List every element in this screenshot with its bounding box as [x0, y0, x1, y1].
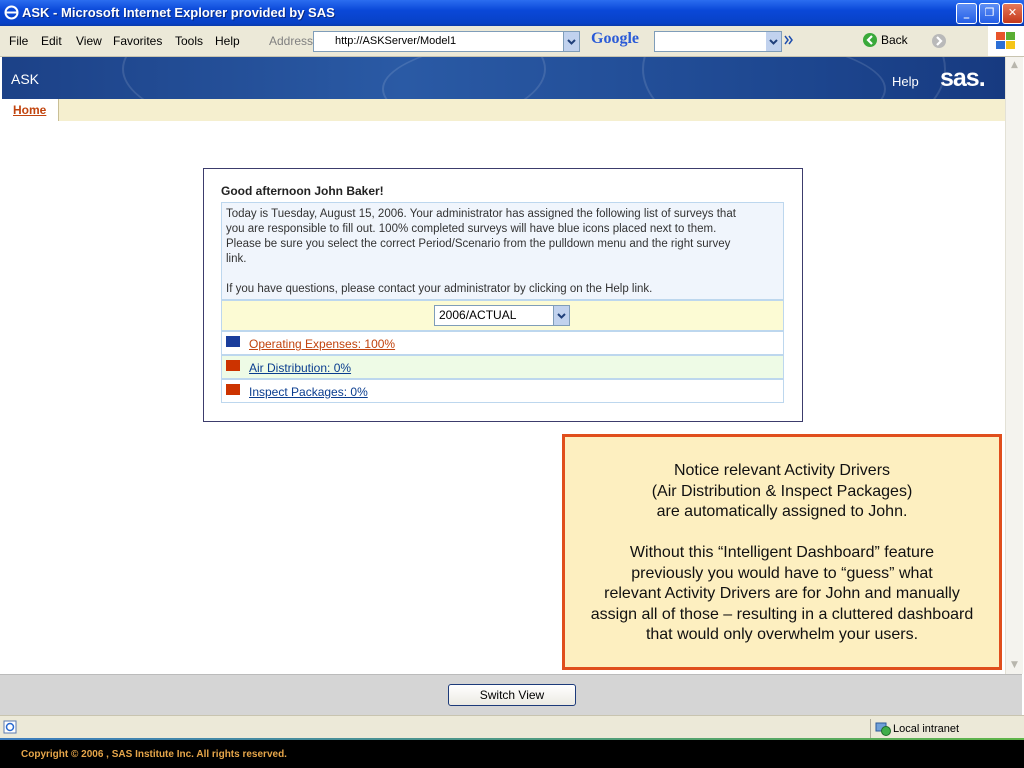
close-button[interactable]: ✕ [1002, 3, 1023, 24]
intranet-globe-icon [875, 722, 891, 736]
tab-home[interactable]: Home [2, 99, 59, 121]
callout-paragraph-2: Without this “Intelligent Dashboard” fea… [565, 543, 999, 646]
instructions-line: link. [226, 253, 247, 265]
google-logo: Google [591, 30, 639, 48]
help-instructions: If you have questions, please contact yo… [226, 283, 653, 295]
period-select[interactable]: 2006/ACTUAL [434, 305, 570, 326]
back-label: Back [881, 33, 908, 47]
window-title: ASK - Microsoft Internet Explorer provid… [22, 5, 335, 20]
period-row: 2006/ACTUAL [221, 300, 784, 331]
greeting-heading: Good afternoon John Baker! [221, 184, 384, 198]
instructions-line: you are responsible to fill out. 100% co… [226, 223, 717, 235]
callout-line: that would only overwhelm your users. [645, 626, 919, 643]
chevron-down-icon [769, 39, 778, 45]
annotation-callout: Notice relevant Activity Drivers (Air Di… [562, 434, 1002, 670]
instructions-line: Today is Tuesday, August 15, 2006. Your … [226, 208, 736, 220]
chevron-down-icon [557, 313, 566, 319]
address-label: Address [269, 34, 314, 48]
menu-file[interactable]: File [9, 34, 28, 48]
address-value: http://ASKServer/Model1 [335, 35, 457, 47]
windows-logo [988, 26, 1024, 56]
restore-button[interactable]: ❐ [979, 3, 1000, 24]
callout-line: assign all of those – resulting in a clu… [590, 605, 974, 623]
period-dropdown-button[interactable] [553, 306, 569, 325]
address-dropdown-button[interactable] [563, 32, 579, 51]
copyright-text: Copyright © 2006 , SAS Institute Inc. Al… [21, 749, 287, 760]
copyright-bar: Copyright © 2006 , SAS Institute Inc. Al… [0, 740, 1024, 768]
scroll-down-icon[interactable]: ▼ [1008, 659, 1021, 672]
menu-help[interactable]: Help [215, 34, 240, 48]
survey-row-operating-expenses: Operating Expenses: 100% [221, 331, 784, 355]
security-zone: Local intranet [870, 719, 999, 738]
minimize-button[interactable]: _ [956, 3, 977, 24]
survey-link-air-distribution[interactable]: Air Distribution: 0% [249, 361, 351, 375]
status-bar: Local intranet [0, 715, 1024, 741]
status-square-icon [226, 360, 240, 371]
windows-flag-icon [996, 32, 1015, 49]
callout-line: Without this “Intelligent Dashboard” fea… [629, 544, 935, 561]
address-input[interactable]: http://ASKServer/Model1 [313, 31, 580, 52]
sas-logo: sas. [940, 64, 986, 92]
callout-line: (Air Distribution & Inspect Packages) [651, 482, 913, 500]
ie-icon [4, 5, 19, 20]
period-value: 2006/ACTUAL [439, 308, 517, 322]
survey-link-inspect-packages[interactable]: Inspect Packages: 0% [249, 385, 368, 399]
instructions-line: Please be sure you select the correct Pe… [226, 238, 731, 250]
status-square-icon [226, 336, 240, 347]
menu-tools[interactable]: Tools [175, 34, 203, 48]
help-link[interactable]: Help [892, 74, 919, 89]
google-logo-text: Google [591, 30, 639, 47]
callout-line: Notice relevant Activity Drivers [673, 462, 891, 479]
app-banner: ASK Help sas. [2, 57, 1005, 99]
double-chevron-icon[interactable] [784, 34, 794, 46]
callout-line: are automatically assigned to John. [656, 503, 908, 520]
app-name: ASK [11, 71, 40, 87]
google-search-dropdown[interactable] [766, 32, 781, 51]
survey-link-operating-expenses[interactable]: Operating Expenses: 100% [249, 337, 395, 351]
chevron-down-icon [567, 39, 576, 45]
menu-favorites[interactable]: Favorites [113, 34, 162, 48]
vertical-scrollbar[interactable]: ▲ ▼ [1005, 57, 1023, 674]
footer-bar: Switch View [0, 674, 1022, 715]
scroll-up-icon[interactable]: ▲ [1008, 59, 1021, 72]
window-titlebar: ASK - Microsoft Internet Explorer provid… [0, 0, 1024, 26]
status-square-icon [226, 384, 240, 395]
back-arrow-icon [863, 33, 877, 47]
menu-view[interactable]: View [76, 34, 102, 48]
survey-row-air-distribution: Air Distribution: 0% [221, 355, 784, 379]
page-icon [3, 720, 17, 734]
callout-paragraph-1: Notice relevant Activity Drivers (Air Di… [565, 461, 999, 523]
survey-row-inspect-packages: Inspect Packages: 0% [221, 379, 784, 403]
google-search-input[interactable] [654, 31, 782, 52]
callout-line: relevant Activity Drivers are for John a… [604, 585, 960, 602]
tab-home-label: Home [13, 103, 47, 117]
menu-edit[interactable]: Edit [41, 34, 62, 48]
instructions-box: Today is Tuesday, August 15, 2006. Your … [221, 202, 784, 300]
survey-panel: Good afternoon John Baker! Today is Tues… [203, 168, 803, 422]
tab-bar: Home [2, 99, 1005, 122]
forward-arrow-icon[interactable] [931, 33, 947, 49]
security-zone-label: Local intranet [893, 723, 960, 735]
switch-view-button[interactable]: Switch View [448, 684, 576, 706]
callout-line: previously you would have to “guess” wha… [631, 564, 933, 582]
